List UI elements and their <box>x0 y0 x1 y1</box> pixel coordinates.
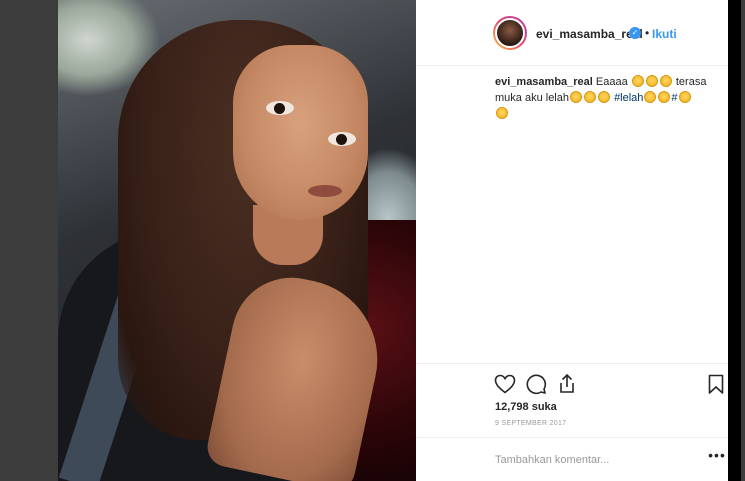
share-icon[interactable] <box>555 372 579 396</box>
kissing-emoji-icon <box>678 91 691 103</box>
photo-lips <box>308 185 342 197</box>
post-date: 9 SEPTEMBER 2017 <box>495 420 567 427</box>
post-caption: evi_masamba_real Eaaaa terasa muka aku l… <box>495 74 720 122</box>
tongue-emoji-icon <box>584 91 596 103</box>
likes-count[interactable]: 12,798 suka <box>495 401 557 413</box>
heart-icon[interactable] <box>493 372 517 396</box>
follow-button[interactable]: Ikuti <box>652 27 677 41</box>
comment-bubble-icon[interactable] <box>524 372 548 396</box>
kissing-emoji-icon <box>496 107 508 119</box>
comment-input[interactable] <box>495 452 685 468</box>
more-options-icon[interactable]: ••• <box>708 448 726 466</box>
tongue-emoji-icon <box>598 91 610 103</box>
tongue-emoji-icon <box>658 91 671 103</box>
window-frame-edge <box>741 0 745 481</box>
sleepy-emoji-icon <box>659 75 672 87</box>
photo-eye-left <box>266 101 294 115</box>
post-photo[interactable] <box>58 0 416 481</box>
caption-hash[interactable]: # <box>671 92 677 104</box>
window-frame-right <box>728 0 745 481</box>
caption-hashtag[interactable]: #lelah <box>614 92 643 104</box>
tongue-emoji-icon <box>644 91 657 103</box>
post-actions: 12,798 suka 9 SEPTEMBER 2017 ••• <box>416 363 728 481</box>
header-username[interactable]: evi_masamba_real <box>536 27 643 41</box>
bookmark-icon[interactable] <box>704 372 728 396</box>
header-separator: • <box>645 26 650 40</box>
grinning-emoji-icon <box>631 75 644 87</box>
window-frame-left <box>0 0 58 481</box>
avatar-image <box>495 18 525 48</box>
post-side-panel: evi_masamba_real ✓ • Ikuti evi_masamba_r… <box>416 0 741 481</box>
avatar[interactable] <box>493 16 527 50</box>
thinking-emoji-icon <box>570 91 582 103</box>
post-header: evi_masamba_real ✓ • Ikuti <box>416 0 728 66</box>
sleepy-emoji-icon <box>645 75 658 87</box>
caption-username[interactable]: evi_masamba_real <box>495 76 593 88</box>
photo-eye-right <box>328 132 356 146</box>
verified-badge-icon: ✓ <box>629 27 641 39</box>
comment-bar: ••• <box>416 437 728 481</box>
caption-text-1: Eaaaa <box>595 76 628 88</box>
